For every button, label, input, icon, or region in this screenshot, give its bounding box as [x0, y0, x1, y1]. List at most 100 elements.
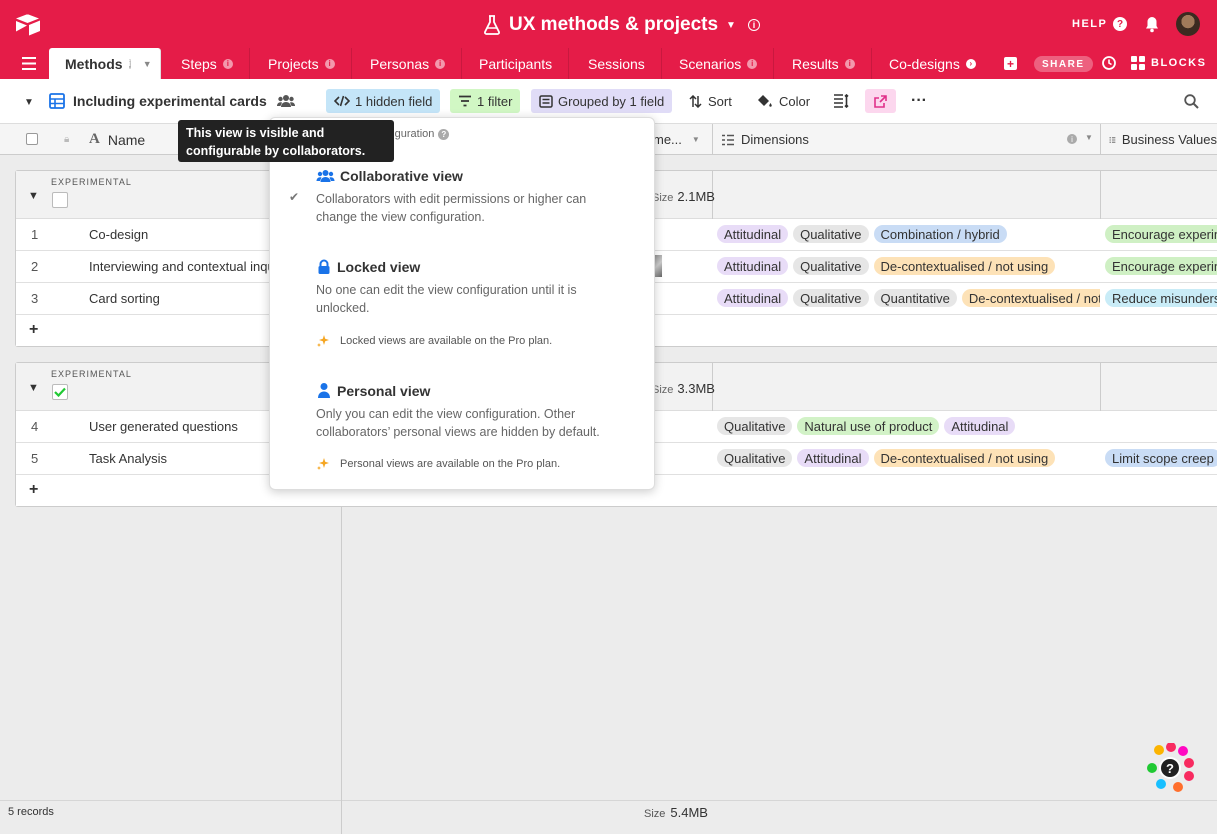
tab-scenarios[interactable]: Scenarios i [663, 48, 775, 79]
tab-label: Co-designs [889, 55, 960, 72]
business-values-cell[interactable]: Encourage experimentation [1105, 225, 1217, 243]
blocks-icon [1131, 56, 1145, 70]
row-number: 3 [31, 291, 39, 306]
chevron-right-icon[interactable]: › [965, 58, 976, 69]
name-column-header[interactable]: A Name [89, 131, 145, 148]
checkmark-icon [54, 387, 66, 397]
blocks-button[interactable]: BLOCKS [1131, 56, 1206, 70]
group-size-value: 2.1MB [677, 189, 715, 204]
view-name[interactable]: Including experimental cards [73, 93, 267, 109]
business-values-column-header[interactable]: Business Values [1101, 124, 1217, 155]
dimensions-cell[interactable]: Attitudinal Qualitative De-contextualise… [717, 257, 1056, 275]
multiselect-icon [1109, 136, 1116, 143]
sparkle-icon [317, 458, 329, 470]
row-name[interactable]: Card sorting [89, 291, 269, 306]
collapse-group-icon[interactable]: ▼ [28, 382, 39, 394]
hamburger-menu-icon[interactable] [22, 57, 36, 70]
share-view-button[interactable] [865, 89, 896, 113]
dimensions-cell[interactable]: Attitudinal Qualitative Quantitative De-… [717, 289, 1100, 307]
tab-participants[interactable]: Participants [463, 48, 570, 79]
svg-text:?: ? [1166, 761, 1174, 776]
base-title[interactable]: UX methods & projects ▼ i [483, 13, 760, 37]
dimensions-cell[interactable]: Qualitative Attitudinal De-contextualise… [717, 449, 1056, 467]
tag-chip: Qualitative [717, 417, 793, 435]
text-field-icon: A [89, 131, 100, 147]
view-switcher-caret-icon[interactable]: ▼ [24, 97, 34, 108]
search-icon[interactable] [1184, 94, 1199, 109]
chevron-down-icon[interactable]: ▼ [1085, 133, 1093, 142]
filter-button[interactable]: 1 filter [450, 89, 521, 113]
chevron-down-icon[interactable]: ▼ [143, 59, 152, 69]
tooltip: This view is visible and configurable by… [178, 120, 394, 162]
chevron-down-icon[interactable]: ▼ [726, 20, 736, 31]
color-button[interactable]: Color [757, 89, 810, 113]
promo-text: Personal views are available on the Pro … [340, 458, 561, 470]
help-icon[interactable]: ? [1113, 17, 1127, 31]
group-button[interactable]: Grouped by 1 field [531, 89, 673, 113]
name-column-label: Name [107, 131, 146, 148]
history-icon[interactable] [1101, 55, 1117, 71]
attachments-column-label: me... [653, 132, 682, 147]
option-description: Only you can edit the view configuration… [316, 407, 600, 439]
help-icon[interactable]: ? [438, 128, 450, 140]
tag-chip: De-contextualised / not using [873, 449, 1056, 467]
row-name[interactable]: Interviewing and contextual inquiry [89, 259, 269, 274]
tab-projects[interactable]: Projects i [252, 48, 352, 79]
info-icon[interactable]: i [1067, 134, 1077, 144]
tab-co-designs[interactable]: Co-designs › [873, 48, 992, 79]
more-options-icon[interactable]: ··· [911, 92, 927, 110]
flask-icon [484, 15, 500, 35]
tab-results[interactable]: Results i [776, 48, 872, 79]
collaborative-view-option[interactable]: Collaborative view [316, 168, 463, 184]
group-divider [1100, 171, 1101, 219]
personal-view-option[interactable]: Personal view [316, 382, 430, 399]
tab-sessions[interactable]: Sessions [572, 48, 662, 79]
tag-chip: Attitudinal [944, 417, 1016, 435]
airtable-logo-icon[interactable] [14, 13, 42, 37]
tab-personas[interactable]: Personas i [354, 48, 463, 79]
row-name[interactable]: Task Analysis [89, 451, 269, 466]
add-record-icon[interactable]: + [29, 321, 38, 339]
row-name[interactable]: User generated questions [89, 419, 269, 434]
help-label[interactable]: HELP [1072, 18, 1107, 30]
tab-methods[interactable]: Methods i ▼ [49, 48, 161, 79]
grid-view-icon[interactable] [49, 93, 65, 109]
info-icon: i [435, 58, 446, 69]
group-size: Size 3.3MB [652, 381, 715, 396]
dimensions-cell[interactable]: Attitudinal Qualitative Combination / hy… [717, 225, 1007, 243]
row-name[interactable]: Co-design [89, 227, 269, 242]
business-values-cell[interactable]: Reduce misunderstanding [1105, 289, 1217, 307]
locked-view-option[interactable]: Locked view [316, 259, 420, 275]
sort-icon [689, 94, 702, 108]
dimensions-column-header[interactable]: Dimensions i ▼ [713, 124, 1101, 155]
hidden-fields-button[interactable]: 1 hidden field [326, 89, 441, 113]
avatar[interactable] [1176, 12, 1200, 36]
sort-label: Sort [708, 93, 732, 109]
option-title: Collaborative view [340, 168, 463, 184]
info-icon[interactable]: i [128, 58, 131, 69]
info-icon: i [324, 58, 335, 69]
business-values-cell[interactable]: Limit scope creep [1105, 449, 1217, 467]
tag-chip: Combination / hybrid [873, 225, 1007, 243]
group-size-label: Size [652, 384, 674, 396]
info-icon[interactable]: i [747, 19, 760, 31]
collaborative-view-icon[interactable] [277, 94, 295, 108]
add-record-icon[interactable]: + [29, 481, 38, 499]
filter-icon [459, 95, 471, 107]
dimensions-cell[interactable]: Qualitative Natural use of product Attit… [717, 417, 1016, 435]
select-all-checkbox[interactable] [26, 133, 38, 145]
add-table-icon[interactable]: + [1004, 57, 1017, 71]
help-widget-icon[interactable]: ? [1145, 743, 1197, 795]
sort-button[interactable]: Sort [689, 89, 732, 113]
attachments-column-header[interactable]: me... ▼ [652, 124, 713, 155]
option-title: Locked view [337, 259, 421, 275]
tab-steps[interactable]: Steps i [165, 48, 250, 79]
collapse-group-icon[interactable]: ▼ [28, 190, 39, 202]
chevron-down-icon[interactable]: ▼ [692, 135, 700, 144]
lock-icon [318, 259, 330, 274]
share-button[interactable]: SHARE [1034, 56, 1093, 72]
group-label: EXPERIMENTAL [51, 177, 132, 187]
row-height-icon[interactable] [833, 94, 849, 108]
business-values-cell[interactable]: Encourage experimentation [1105, 257, 1217, 275]
bell-icon[interactable] [1144, 16, 1160, 33]
